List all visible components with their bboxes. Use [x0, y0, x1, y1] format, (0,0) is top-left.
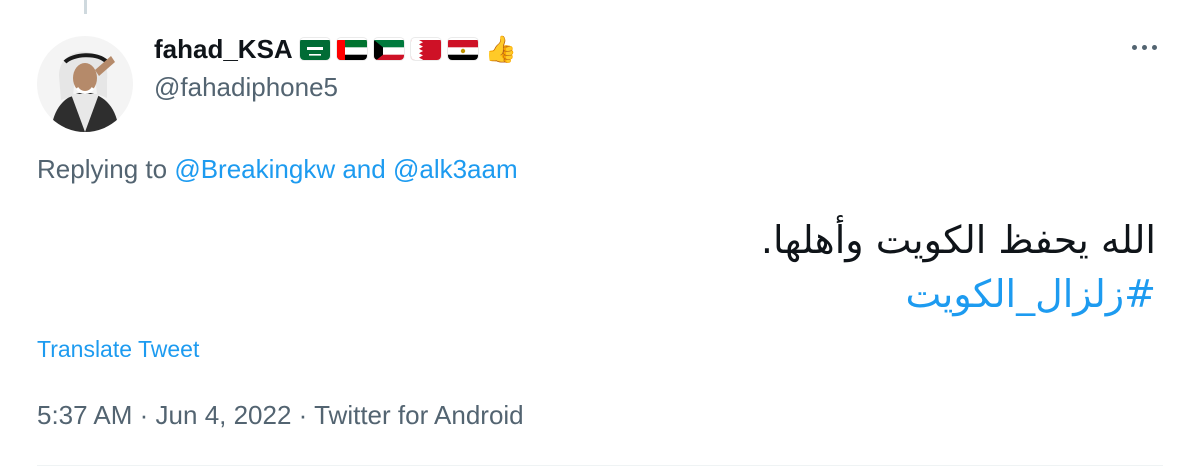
saudi-arabia-flag-icon [299, 38, 330, 60]
tweet-date[interactable]: Jun 4, 2022 [156, 400, 292, 430]
hashtag-link[interactable]: #زلزال_الكويت [256, 267, 1156, 321]
reply-mention-alk3aam[interactable]: @alk3aam [393, 154, 518, 184]
thumbs-up-icon: 👍 [484, 34, 518, 64]
kuwait-flag-icon [373, 38, 404, 60]
more-dot [1131, 44, 1137, 50]
uae-flag-icon [336, 38, 367, 60]
divider [37, 465, 1163, 466]
thread-connector-line [84, 0, 87, 14]
more-options-icon[interactable] [1124, 37, 1164, 57]
reply-mention-joiner[interactable]: and [342, 154, 385, 184]
tweet-time[interactable]: 5:37 AM [37, 400, 132, 430]
tweet-source[interactable]: Twitter for Android [314, 400, 524, 430]
replying-to-label: Replying to [37, 154, 168, 184]
tweet-card: fahad_KSA 👍 @fahadiphone5 Replying to @B… [0, 0, 1200, 471]
translate-tweet-link[interactable]: Translate Tweet [37, 336, 199, 363]
avatar[interactable] [37, 36, 133, 132]
display-name[interactable]: fahad_KSA 👍 [154, 31, 517, 67]
egypt-flag-icon [447, 38, 478, 60]
more-dot [1141, 44, 1147, 50]
tweet-text: الله يحفظ الكويت وأهلها. #زلزال_الكويت [256, 213, 1156, 321]
bahrain-flag-icon [410, 38, 441, 60]
meta-separator: · [298, 400, 308, 430]
tweet-metadata: 5:37 AM · Jun 4, 2022 · Twitter for Andr… [37, 400, 524, 431]
user-handle[interactable]: @fahadiphone5 [154, 72, 338, 103]
avatar-image [37, 36, 133, 132]
display-name-text: fahad_KSA [154, 33, 293, 64]
more-dot [1151, 44, 1157, 50]
reply-mention-breakingkw[interactable]: @Breakingkw [174, 154, 335, 184]
replying-to-line: Replying to @Breakingkw and @alk3aam [37, 154, 518, 185]
tweet-body-text: الله يحفظ الكويت وأهلها. [760, 218, 1156, 262]
meta-separator: · [139, 400, 149, 430]
flag-list: 👍 [299, 34, 518, 64]
